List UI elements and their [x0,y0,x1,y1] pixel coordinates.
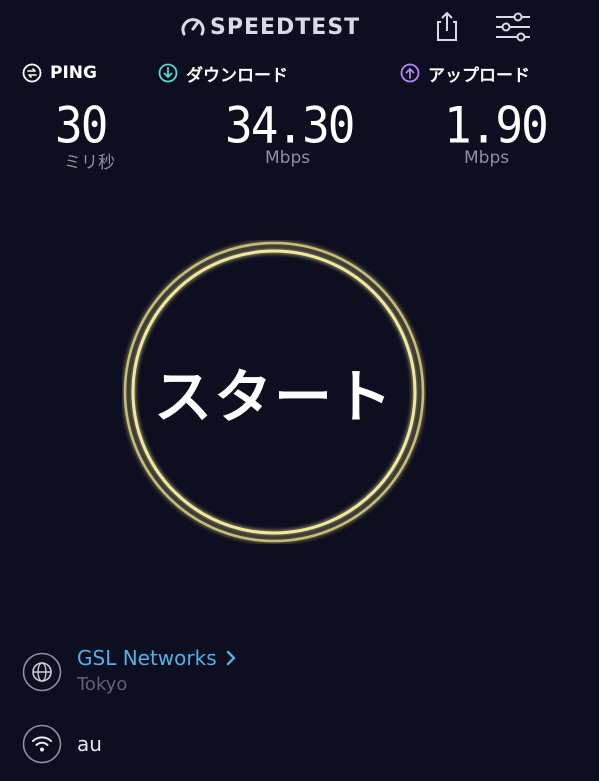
server-link[interactable]: GSL Networks [77,646,237,670]
speedtest-logo: SPEEDTEST [180,12,360,42]
server-location: Tokyo [77,674,128,695]
logo-text: SPEEDTEST [210,14,361,40]
ping-label: PING [50,63,97,83]
chevron-right-icon [226,650,235,666]
share-button[interactable] [432,10,462,42]
provider-name: au [77,732,102,756]
download-icon [158,63,178,83]
download-label: ダウンロード [186,65,288,86]
download-value: 34.30 [225,95,355,155]
server-info[interactable]: GSL Networks Tokyo [77,646,237,695]
ping-unit: ミリ秒 [64,153,115,173]
upload-icon [400,63,420,83]
upload-metric: アップロード 1.90 Mbps [400,60,580,168]
share-icon [437,11,457,41]
ping-metric: PING 30 ミリ秒 [22,60,152,173]
provider-row [22,724,62,764]
app-header: SPEEDTEST [0,0,599,52]
download-metric: ダウンロード 34.30 Mbps [158,60,378,168]
sliders-icon [496,12,530,42]
ping-icon [22,63,42,83]
server-name: GSL Networks [77,646,217,670]
upload-value: 1.90 [444,95,549,155]
start-button[interactable]: スタート [122,240,426,544]
download-unit: Mbps [265,148,311,168]
server-row[interactable] [22,652,62,692]
settings-button[interactable] [494,12,532,42]
upload-unit: Mbps [464,148,510,168]
wifi-icon [22,724,62,764]
start-label: スタート [153,363,394,431]
globe-icon [22,652,62,692]
ping-value: 30 [55,95,108,155]
upload-label: アップロード [428,65,530,86]
gauge-icon [181,18,205,36]
